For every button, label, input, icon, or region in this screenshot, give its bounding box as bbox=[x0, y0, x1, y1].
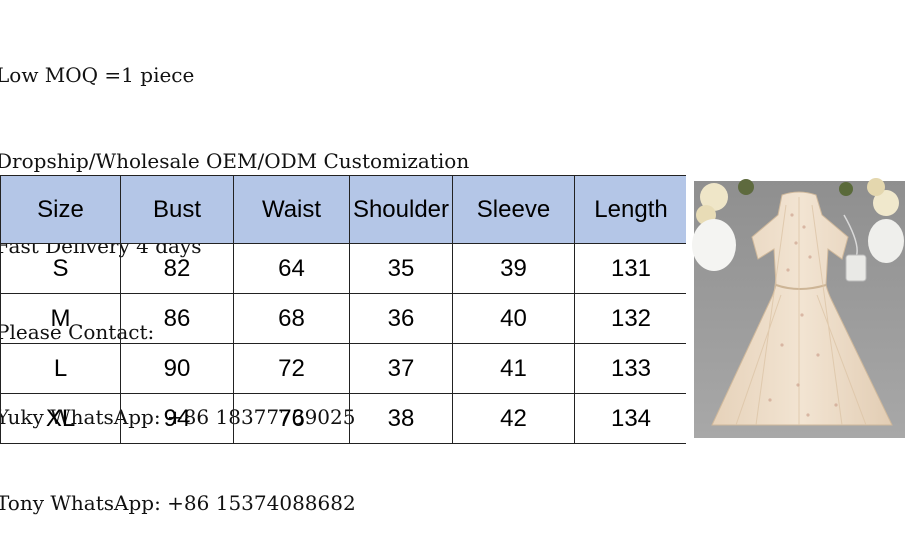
table-cell: 134 bbox=[574, 393, 688, 444]
table-cell: M bbox=[0, 293, 121, 344]
header-bust: Bust bbox=[120, 175, 234, 244]
table-row: S 82 64 35 39 131 bbox=[0, 243, 688, 294]
table-row: M 86 68 36 40 132 bbox=[0, 293, 688, 344]
header-shoulder: Shoulder bbox=[349, 175, 453, 244]
table-cell: 38 bbox=[349, 393, 453, 444]
table-row: XL 94 76 38 42 134 bbox=[0, 393, 688, 444]
table-cell: 40 bbox=[452, 293, 575, 344]
table-cell: 90 bbox=[120, 343, 234, 394]
table-cell: 86 bbox=[120, 293, 234, 344]
table-cell: 64 bbox=[233, 243, 350, 294]
note-whatsapp-tony: Tony WhatsApp: +86 15374088682 bbox=[0, 490, 356, 515]
header-size: Size bbox=[0, 175, 121, 244]
table-cell: 94 bbox=[120, 393, 234, 444]
table-cell: 131 bbox=[574, 243, 688, 294]
table-cell: S bbox=[0, 243, 121, 294]
table-cell: 35 bbox=[349, 243, 453, 294]
note-moq: Low MOQ =1 piece bbox=[0, 63, 195, 87]
header-waist: Waist bbox=[233, 175, 350, 244]
header-length: Length bbox=[574, 175, 688, 244]
table-cell: 41 bbox=[452, 343, 575, 394]
table-cell: 39 bbox=[452, 243, 575, 294]
size-chart-table: Size Bust Waist Shoulder Sleeve Length S… bbox=[0, 175, 688, 444]
table-cell: L bbox=[0, 343, 121, 394]
header-sleeve: Sleeve bbox=[452, 175, 575, 244]
note-dropship: Dropship/Wholesale OEM/ODM Customization bbox=[0, 148, 470, 173]
table-cell: 36 bbox=[349, 293, 453, 344]
table-cell: 132 bbox=[574, 293, 688, 344]
table-cell: 76 bbox=[233, 393, 350, 444]
table-cell: 133 bbox=[574, 343, 688, 394]
table-cell: XL bbox=[0, 393, 121, 444]
table-row: L 90 72 37 41 133 bbox=[0, 343, 688, 394]
table-cell: 42 bbox=[452, 393, 575, 444]
table-cell: 37 bbox=[349, 343, 453, 394]
table-cell: 68 bbox=[233, 293, 350, 344]
table-cell: 72 bbox=[233, 343, 350, 394]
table-header-row: Size Bust Waist Shoulder Sleeve Length bbox=[0, 175, 688, 244]
dress-photo bbox=[686, 175, 913, 444]
dress-illustration bbox=[692, 178, 905, 438]
table-cell: 82 bbox=[120, 243, 234, 294]
